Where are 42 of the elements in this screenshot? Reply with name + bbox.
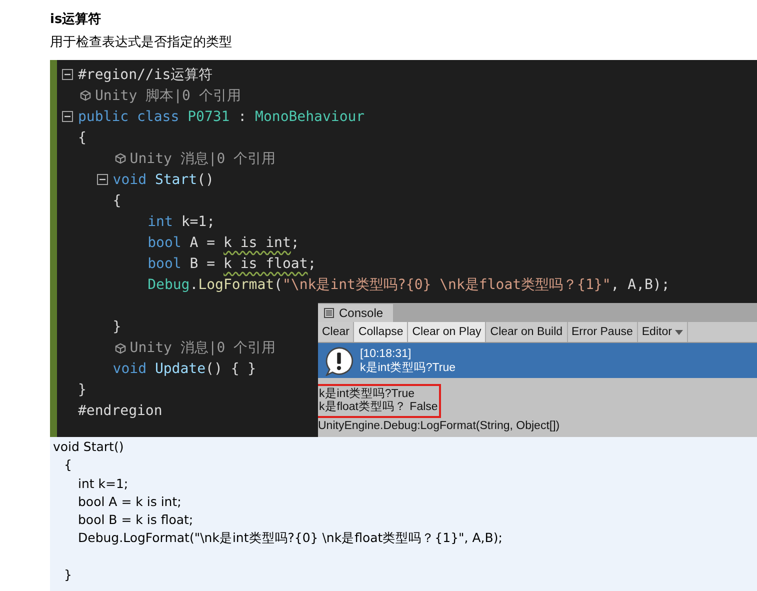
toolbar-button[interactable]: Clear on Play xyxy=(408,322,486,342)
log-message: k是int类型吗?True xyxy=(360,360,456,374)
list-icon xyxy=(324,308,334,318)
code-text-line: bool B = k is float; xyxy=(78,512,194,528)
section-heading: is运算符 xyxy=(50,11,102,29)
cube-icon xyxy=(80,90,91,102)
log-detail-line: k是int类型吗?True xyxy=(319,388,416,400)
cube-icon xyxy=(114,153,126,164)
code-line: int k=1; xyxy=(148,214,216,230)
code-text-line: int k=1; xyxy=(78,476,128,491)
code-line: void Update() { } xyxy=(112,361,256,378)
code-line: public class P0731 : MonoBehaviour xyxy=(78,108,365,125)
log-detail-line: k是float类型吗？ False xyxy=(319,401,439,414)
code-text-line: void Start() xyxy=(53,439,124,454)
code-line: } xyxy=(112,319,122,336)
code-line: #region//is运算符 xyxy=(78,66,213,84)
console-tab[interactable]: Console xyxy=(318,304,394,322)
code-text-line: bool A = k is int; xyxy=(78,494,182,509)
collapse-icon[interactable] xyxy=(62,69,73,80)
log-entry[interactable]: [10:18:31] k是int类型吗?True xyxy=(318,343,757,378)
info-icon xyxy=(324,346,354,376)
collapse-icon[interactable] xyxy=(96,174,108,186)
code-lens-hint[interactable]: Unity 消息|0 个引用 xyxy=(112,339,276,358)
collapse-icon[interactable] xyxy=(62,111,73,122)
code-line: Debug.LogFormat("\nk是int类型吗?{0} \nk是float类型吗？{1}", A,B); xyxy=(148,276,670,294)
code-line: bool A = k is int; xyxy=(148,234,300,251)
code-line: #endregion xyxy=(78,403,162,420)
description-text: 用于检查表达式是否指定的类型 xyxy=(50,35,233,52)
stack-trace: UnityEngine.Debug:LogFormat(String, Object[]) xyxy=(318,420,561,433)
code-text-line: } xyxy=(64,567,72,582)
toolbar-button[interactable]: Collapse xyxy=(354,322,408,342)
code-text-line: Debug.LogFormat("\nk是int类型吗?{0} \nk是float类型吗？{1}", A,B); xyxy=(78,530,502,546)
log-time: [10:18:31] xyxy=(360,346,412,360)
code-line: { xyxy=(112,192,122,209)
code-line: void Start() xyxy=(112,172,214,188)
cube-icon xyxy=(114,342,126,354)
code-lens-hint[interactable]: Unity 脚本|0 个引用 xyxy=(78,86,241,105)
code-line: bool B = k is float; xyxy=(148,256,316,272)
code-text-line: { xyxy=(64,457,72,472)
code-line: { xyxy=(78,130,86,146)
code-line: } xyxy=(78,382,86,398)
code-lens-hint[interactable]: Unity 消息|0 个引用 xyxy=(112,150,276,168)
